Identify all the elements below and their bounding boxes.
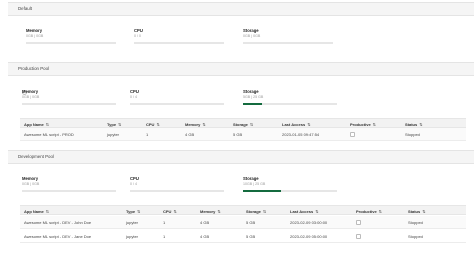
productive-checkbox[interactable] [350,131,355,137]
column-memory[interactable]: Memory ⇅ [185,122,206,127]
storage-fill [243,103,262,106]
column-app-name[interactable]: App Name ⇅ [24,209,49,214]
column-last-access[interactable]: Last Access ⇅ [282,122,311,127]
cell-app-name: Awesome ML script - PROD [24,132,74,137]
storage-value: 0GB | 0GB [243,34,261,38]
memory-label: Memory [22,176,39,181]
sort-icon: ⇅ [419,121,423,127]
sort-icon: ⇅ [378,208,383,214]
column-storage[interactable]: Storage ⇅ [233,122,253,127]
pool-header-production: Production Pool [8,62,474,76]
pool-title: Development Pool [18,154,54,159]
cell-type: jupyter [126,234,139,239]
memory-bar [22,103,116,106]
column-last-access[interactable]: Last Access ⇅ [290,209,319,214]
column-productive[interactable]: Productive ⇅ [356,209,382,214]
cpu-label: CPU [130,176,139,181]
memory-bar [22,190,116,193]
column-status[interactable]: Status ⇅ [405,122,423,127]
sort-icon: ⇅ [307,121,311,127]
storage-bar [243,190,337,193]
column-type[interactable]: Type ⇅ [126,209,140,214]
cpu-value: 0 / 0 [134,34,141,38]
sort-icon: ⇅ [45,208,50,214]
memory-value: 0GB | 0GB [22,95,40,99]
cell-cpu: 1 [163,234,166,239]
cell-cpu: 1 [146,132,149,137]
cell-type: jupyter [107,132,120,137]
sort-icon: ⇅ [45,121,50,127]
cpu-value: 0 / 4 [130,95,137,99]
pool-header-default: Default [8,2,474,16]
cell-status: Stopped [408,234,423,239]
sort-icon: ⇅ [137,208,141,214]
sort-icon: ⇅ [422,208,426,214]
column-cpu[interactable]: CPU ⇅ [146,122,160,127]
sort-icon: ⇅ [372,121,377,127]
column-memory[interactable]: Memory ⇅ [200,209,221,214]
cpu-label: CPU [130,89,139,94]
table-row[interactable]: Awesome ML script - DEV - Jane Doe jupyt… [20,230,466,243]
column-app-name[interactable]: App Name ⇅ [24,122,49,127]
storage-label: Storage [243,28,259,33]
cpu-label: CPU [134,28,143,33]
cell-memory: 4 GB [200,220,210,225]
pool-title: Production Pool [18,66,49,71]
cell-app-name: Awesome ML script - DEV - John Doe [24,220,92,225]
cpu-bar [130,103,224,106]
cell-storage: 5 GB [246,234,256,239]
storage-bar [243,42,333,45]
cell-cpu: 1 [163,220,166,225]
storage-bar [243,103,337,106]
sort-icon: ⇅ [173,208,177,214]
column-status[interactable]: Status ⇅ [408,209,426,214]
memory-label: Memory [26,28,43,33]
column-cpu[interactable]: CPU ⇅ [163,209,177,214]
cpu-value: 0 / 4 [130,182,137,186]
cell-last-access: 2023-02-09 03:00:00 [290,220,328,225]
table-header: App Name ⇅ Type ⇅ CPU ⇅ Memory ⇅ Storage ⇅ La… [20,118,466,128]
productive-checkbox[interactable] [356,233,361,239]
memory-value: 0GB | 0GB [26,34,44,38]
cell-storage: 5 GB [246,220,256,225]
pool-header-development: Development Pool [8,150,474,164]
memory-label: Memory [22,89,39,94]
sort-icon: ⇅ [202,121,206,127]
memory-value: 0GB | 0GB [22,182,40,186]
cell-memory: 4 GB [185,132,195,137]
cell-last-access: 2023-02-09 05:00:00 [290,234,328,239]
storage-fill [243,190,281,193]
cell-storage: 5 GB [233,132,243,137]
storage-label: Storage [243,89,259,94]
sort-icon: ⇅ [249,121,254,127]
sort-icon: ⇅ [156,121,160,127]
sort-icon: ⇅ [262,208,267,214]
cell-status: Stopped [408,220,423,225]
memory-bar [26,42,116,45]
productive-checkbox[interactable] [356,219,361,225]
cell-app-name: Awesome ML script - DEV - Jane Doe [24,234,92,239]
cpu-bar [134,42,224,45]
cell-type: jupyter [126,220,139,225]
cell-memory: 4 GB [200,234,210,239]
column-productive[interactable]: Productive ⇅ [350,122,376,127]
pool-title: Default [18,6,32,11]
cell-status: Stopped [405,132,420,137]
cpu-bar [130,190,224,193]
storage-value: 5GB | 25 GB [243,95,264,99]
column-storage[interactable]: Storage ⇅ [246,209,266,214]
sort-icon: ⇅ [217,208,221,214]
table-row[interactable]: Awesome ML script - PROD jupyter 1 4 GB … [20,128,466,141]
storage-value: 10GB | 25 GB [243,182,266,186]
table-header: App Name ⇅ Type ⇅ CPU ⇅ Memory ⇅ Storage ⇅ La… [20,205,466,215]
sort-icon: ⇅ [118,121,122,127]
table-row[interactable]: Awesome ML script - DEV - John Doe jupyt… [20,216,466,229]
storage-label: Storage [243,176,259,181]
sort-icon: ⇅ [315,208,319,214]
column-type[interactable]: Type ⇅ [107,122,121,127]
cell-last-access: 2023-01-05 09:47:54 [282,132,320,137]
